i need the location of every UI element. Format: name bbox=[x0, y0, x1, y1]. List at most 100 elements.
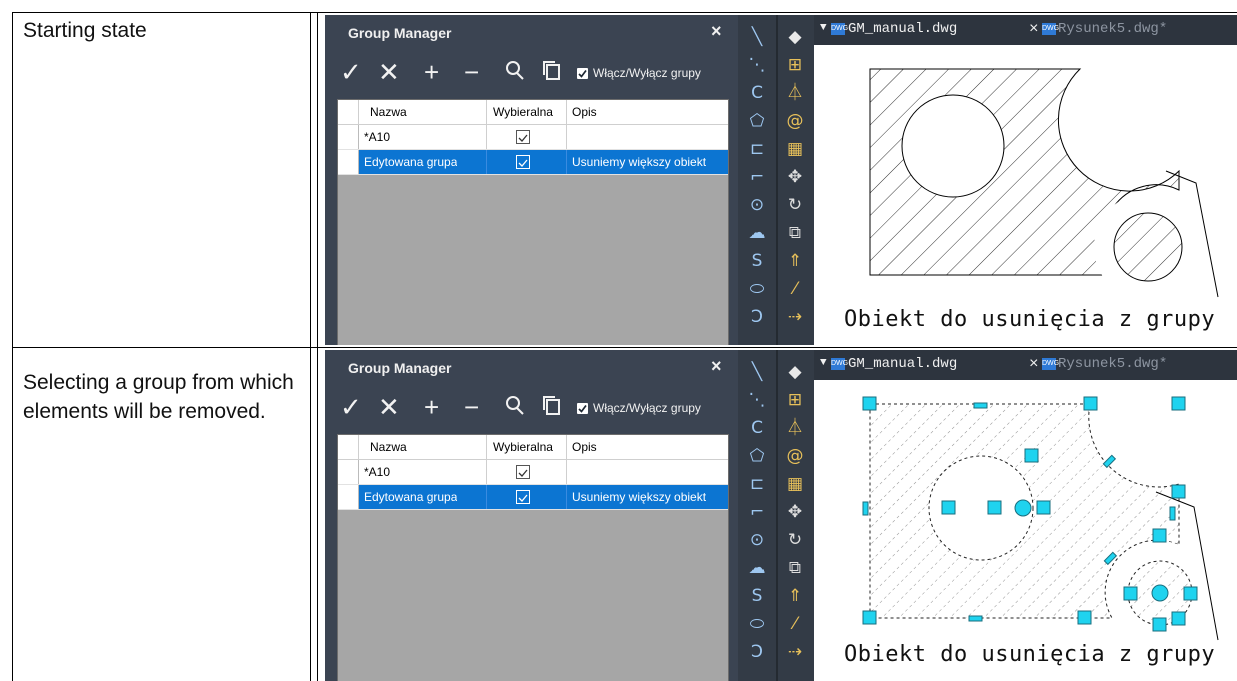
drawing-caption: Obiekt do usunięcia z grupy bbox=[844, 307, 1216, 332]
eraser-icon[interactable]: ◆ bbox=[783, 360, 807, 384]
construction-line-icon[interactable]: ⋱ bbox=[745, 53, 769, 77]
polygon-icon[interactable]: ⬠ bbox=[745, 444, 769, 468]
selectable-checkbox[interactable] bbox=[516, 490, 530, 504]
cad-drawing-selected bbox=[862, 396, 1219, 641]
extend-icon[interactable]: ⇢ bbox=[783, 305, 807, 329]
delete-icon[interactable]: ✕ bbox=[378, 392, 400, 422]
toggle-groups-checkbox[interactable] bbox=[577, 68, 588, 79]
selectable-checkbox[interactable] bbox=[516, 130, 530, 144]
table-row[interactable]: *A10 bbox=[338, 125, 728, 150]
group-name: Edytowana grupa bbox=[364, 490, 458, 504]
tab-menu-icon[interactable]: ▼ bbox=[820, 357, 827, 369]
line-icon[interactable]: ╲ bbox=[745, 25, 769, 49]
circle-icon[interactable]: ⊙ bbox=[745, 193, 769, 217]
tab-close-icon[interactable]: × bbox=[1029, 20, 1039, 38]
apply-icon[interactable]: ✓ bbox=[340, 392, 362, 422]
eraser-icon[interactable]: ◆ bbox=[783, 25, 807, 49]
selectable-checkbox[interactable] bbox=[516, 155, 530, 169]
group-manager-panel: Group Manager × ✓ ✕ + − Włącz/Wyłącz gru… bbox=[325, 350, 738, 681]
drawing-area[interactable]: ▼ DWG GM_manual.dwg × DWG Rysunek5.dwg* bbox=[814, 350, 1237, 681]
tab-menu-icon[interactable]: ▼ bbox=[820, 22, 827, 34]
trim-icon[interactable]: ⁄ bbox=[783, 277, 807, 301]
remove-icon[interactable]: − bbox=[464, 57, 479, 87]
dwg-file-icon: DWG bbox=[1042, 23, 1059, 35]
delete-icon[interactable]: ✕ bbox=[378, 57, 400, 87]
rectangle-icon[interactable]: ⊏ bbox=[745, 472, 769, 496]
spline-icon[interactable]: S bbox=[745, 249, 769, 273]
add-icon[interactable]: + bbox=[424, 57, 439, 87]
add-icon[interactable]: + bbox=[424, 392, 439, 422]
search-icon[interactable] bbox=[504, 57, 526, 89]
copy-icon[interactable]: ⊞ bbox=[783, 388, 807, 412]
offset-icon[interactable]: @ bbox=[783, 109, 807, 133]
scale-icon[interactable]: ⧉ bbox=[783, 556, 807, 580]
revision-cloud-icon[interactable]: ☁ bbox=[745, 556, 769, 580]
trim-icon[interactable]: ⁄ bbox=[783, 612, 807, 636]
copy-icon[interactable] bbox=[541, 57, 563, 89]
column-header-description[interactable]: Opis bbox=[572, 100, 597, 124]
circle-icon[interactable]: ⊙ bbox=[745, 528, 769, 552]
close-icon[interactable]: × bbox=[711, 356, 722, 377]
polygon-icon[interactable]: ⬠ bbox=[745, 109, 769, 133]
close-icon[interactable]: × bbox=[711, 21, 722, 42]
tab-gm-manual[interactable]: GM_manual.dwg bbox=[848, 356, 957, 372]
ellipse-arc-icon[interactable]: Ͻ bbox=[745, 640, 769, 664]
array-icon[interactable]: ▦ bbox=[783, 137, 807, 161]
mirror-icon[interactable]: ⏃ bbox=[783, 416, 807, 440]
table-row[interactable]: Edytowana grupa Usuniemy większy obiekt bbox=[338, 485, 728, 510]
column-header-selectable[interactable]: Wybieralna bbox=[493, 435, 553, 459]
stretch-icon[interactable]: ⇑ bbox=[783, 584, 807, 608]
tab-rysunek5[interactable]: Rysunek5.dwg* bbox=[1058, 21, 1167, 37]
table-divider bbox=[310, 12, 311, 681]
rotate-icon[interactable]: ↻ bbox=[783, 193, 807, 217]
toggle-groups-checkbox[interactable] bbox=[577, 403, 588, 414]
move-icon[interactable]: ✥ bbox=[783, 500, 807, 524]
tab-close-icon[interactable]: × bbox=[1029, 355, 1039, 373]
screenshot-selecting-group: Group Manager × ✓ ✕ + − Włącz/Wyłącz gru… bbox=[325, 350, 1237, 681]
table-row[interactable]: Edytowana grupa Usuniemy większy obiekt bbox=[338, 150, 728, 175]
tool-palettes: ╲ ⋱ Ϲ ⬠ ⊏ ⌐ ⊙ ☁ S ⬭ Ͻ ◆ ⊞ ⏃ @ ▦ ✥ ↻ ⧉ ⇑ … bbox=[738, 350, 814, 681]
offset-icon[interactable]: @ bbox=[783, 444, 807, 468]
polyline-arc-icon[interactable]: ⌐ bbox=[745, 500, 769, 524]
group-manager-panel: Group Manager × ✓ ✕ + − Włącz/Wyłącz gru… bbox=[325, 15, 738, 345]
line-icon[interactable]: ╲ bbox=[745, 360, 769, 384]
stretch-icon[interactable]: ⇑ bbox=[783, 249, 807, 273]
arc-icon[interactable]: Ϲ bbox=[745, 81, 769, 105]
arc-icon[interactable]: Ϲ bbox=[745, 416, 769, 440]
remove-icon[interactable]: − bbox=[464, 392, 479, 422]
extend-icon[interactable]: ⇢ bbox=[783, 640, 807, 664]
revision-cloud-icon[interactable]: ☁ bbox=[745, 221, 769, 245]
ellipse-icon[interactable]: ⬭ bbox=[745, 277, 769, 301]
row-2-description: Selecting a group from which elements wi… bbox=[23, 371, 294, 423]
column-header-description[interactable]: Opis bbox=[572, 435, 597, 459]
panel-title: Group Manager bbox=[348, 25, 452, 41]
scale-icon[interactable]: ⧉ bbox=[783, 221, 807, 245]
document-tabs: ▼ DWG GM_manual.dwg × DWG Rysunek5.dwg* bbox=[814, 350, 1237, 380]
spline-icon[interactable]: S bbox=[745, 584, 769, 608]
drawing-area[interactable]: ▼ DWG GM_manual.dwg × DWG Rysunek5.dwg* … bbox=[814, 15, 1237, 345]
construction-line-icon[interactable]: ⋱ bbox=[745, 388, 769, 412]
search-icon[interactable] bbox=[504, 392, 526, 424]
dwg-file-icon: DWG bbox=[1042, 358, 1059, 370]
ellipse-arc-icon[interactable]: Ͻ bbox=[745, 305, 769, 329]
apply-icon[interactable]: ✓ bbox=[340, 57, 362, 87]
mirror-icon[interactable]: ⏃ bbox=[783, 81, 807, 105]
rotate-icon[interactable]: ↻ bbox=[783, 528, 807, 552]
column-header-name[interactable]: Nazwa bbox=[370, 100, 407, 124]
column-header-name[interactable]: Nazwa bbox=[370, 435, 407, 459]
rectangle-icon[interactable]: ⊏ bbox=[745, 137, 769, 161]
tab-gm-manual[interactable]: GM_manual.dwg bbox=[848, 21, 957, 37]
copy-icon[interactable] bbox=[541, 392, 563, 424]
groups-grid: Nazwa Wybieralna Opis *A10 Edytowana gru… bbox=[337, 99, 729, 345]
table-border-top bbox=[12, 12, 1237, 13]
screenshot-starting-state: Group Manager × ✓ ✕ + − Włącz/Wyłącz gru… bbox=[325, 15, 1237, 345]
ellipse-icon[interactable]: ⬭ bbox=[745, 612, 769, 636]
copy-icon[interactable]: ⊞ bbox=[783, 53, 807, 77]
polyline-arc-icon[interactable]: ⌐ bbox=[745, 165, 769, 189]
column-header-selectable[interactable]: Wybieralna bbox=[493, 100, 553, 124]
selectable-checkbox[interactable] bbox=[516, 465, 530, 479]
tab-rysunek5[interactable]: Rysunek5.dwg* bbox=[1058, 356, 1167, 372]
table-row[interactable]: *A10 bbox=[338, 460, 728, 485]
move-icon[interactable]: ✥ bbox=[783, 165, 807, 189]
array-icon[interactable]: ▦ bbox=[783, 472, 807, 496]
